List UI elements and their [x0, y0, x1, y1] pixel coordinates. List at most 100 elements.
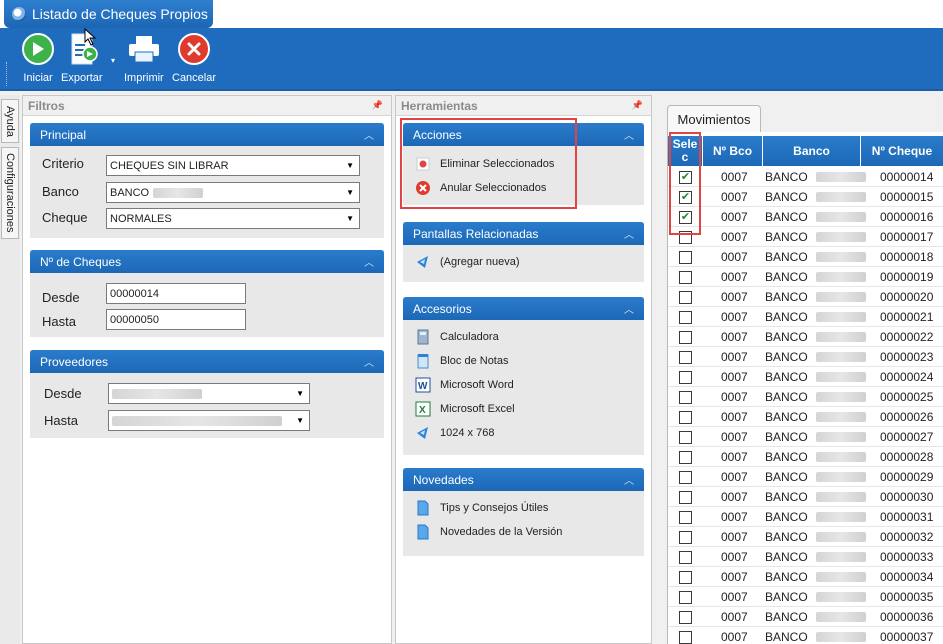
- checkbox[interactable]: [679, 270, 692, 284]
- checkbox[interactable]: [679, 610, 692, 624]
- checkbox[interactable]: [679, 530, 692, 544]
- table-row[interactable]: 0007 BANCO 00000024: [668, 367, 943, 387]
- table-row[interactable]: 0007 BANCO 00000020: [668, 287, 943, 307]
- checkbox[interactable]: [679, 310, 692, 324]
- row-select-checkbox[interactable]: [679, 627, 692, 644]
- collapse-chevron-icon[interactable]: ︿: [624, 472, 634, 487]
- table-row[interactable]: 0007 BANCO 00000036: [668, 607, 943, 627]
- tab-ayuda[interactable]: Ayuda: [1, 99, 19, 143]
- checkbox[interactable]: [679, 510, 692, 524]
- row-select-checkbox[interactable]: [679, 607, 692, 627]
- table-row[interactable]: 0007 BANCO 00000019: [668, 267, 943, 287]
- collapse-chevron-icon[interactable]: ︿: [624, 226, 634, 241]
- checkbox[interactable]: [679, 570, 692, 584]
- col-header-banco[interactable]: Banco: [763, 136, 861, 166]
- checkbox[interactable]: [679, 390, 692, 404]
- row-select-checkbox[interactable]: [679, 387, 692, 407]
- table-row[interactable]: 0007 BANCO 00000037: [668, 627, 943, 644]
- col-header-nro-bco[interactable]: Nº Bco: [703, 136, 763, 166]
- table-row[interactable]: 0007 BANCO 00000018: [668, 247, 943, 267]
- word-link[interactable]: W Microsoft Word: [415, 377, 514, 393]
- pantallas-header[interactable]: Pantallas Relacionadas ︿: [403, 222, 644, 245]
- cheque-select[interactable]: NORMALES ▼: [106, 208, 360, 229]
- cheque-hasta-input[interactable]: 00000050: [106, 309, 246, 330]
- row-select-checkbox[interactable]: [679, 487, 692, 507]
- row-select-checkbox[interactable]: [679, 447, 692, 467]
- row-select-checkbox[interactable]: [679, 547, 692, 567]
- checkbox[interactable]: [679, 350, 692, 364]
- table-row[interactable]: 0007 BANCO 00000027: [668, 427, 943, 447]
- criterio-select[interactable]: CHEQUES SIN LIBRAR ▼: [106, 155, 360, 176]
- tab-movimientos[interactable]: Movimientos: [667, 105, 761, 132]
- collapse-chevron-icon[interactable]: ︿: [624, 301, 634, 316]
- imprimir-button[interactable]: Imprimir: [124, 32, 164, 84]
- resolution-link[interactable]: 1024 x 768: [415, 425, 494, 441]
- cheque-desde-input[interactable]: 00000014: [106, 283, 246, 304]
- table-row[interactable]: 0007 BANCO 00000028: [668, 447, 943, 467]
- row-select-checkbox[interactable]: [679, 587, 692, 607]
- table-row[interactable]: 0007 BANCO 00000022: [668, 327, 943, 347]
- checkbox[interactable]: [679, 430, 692, 444]
- table-row[interactable]: 0007 BANCO 00000026: [668, 407, 943, 427]
- checkbox[interactable]: [679, 630, 692, 644]
- checkbox[interactable]: [679, 410, 692, 424]
- row-select-checkbox[interactable]: [679, 407, 692, 427]
- novedades-version-link[interactable]: Novedades de la Versión: [415, 524, 562, 540]
- row-select-checkbox[interactable]: [679, 247, 692, 267]
- row-select-checkbox[interactable]: [679, 347, 692, 367]
- row-select-checkbox[interactable]: [679, 307, 692, 327]
- row-select-checkbox[interactable]: [679, 567, 692, 587]
- row-select-checkbox[interactable]: [679, 267, 692, 287]
- excel-link[interactable]: X Microsoft Excel: [415, 401, 515, 417]
- proveedor-desde-select[interactable]: ▼: [108, 383, 310, 404]
- agregar-nueva-link[interactable]: (Agregar nueva): [415, 254, 520, 270]
- checkbox[interactable]: [679, 490, 692, 504]
- table-row[interactable]: 0007 BANCO 00000025: [668, 387, 943, 407]
- table-row[interactable]: 0007 BANCO 00000017: [668, 227, 943, 247]
- novedades-header[interactable]: Novedades ︿: [403, 468, 644, 491]
- table-row[interactable]: 0007 BANCO 00000031: [668, 507, 943, 527]
- collapse-chevron-icon[interactable]: ︿: [364, 354, 374, 369]
- row-select-checkbox[interactable]: [679, 427, 692, 447]
- table-row[interactable]: 0007 BANCO 00000021: [668, 307, 943, 327]
- checkbox[interactable]: [679, 290, 692, 304]
- table-row[interactable]: 0007 BANCO 00000033: [668, 547, 943, 567]
- table-row[interactable]: ✔ 0007 BANCO 00000016: [668, 207, 943, 227]
- row-select-checkbox[interactable]: [679, 467, 692, 487]
- nro-cheques-header[interactable]: Nº de Cheques ︿: [30, 250, 384, 273]
- exportar-dropdown-icon[interactable]: ▾: [111, 56, 115, 65]
- collapse-chevron-icon[interactable]: ︿: [364, 254, 374, 269]
- table-row[interactable]: 0007 BANCO 00000034: [668, 567, 943, 587]
- tips-link[interactable]: Tips y Consejos Útiles: [415, 500, 548, 516]
- checkbox[interactable]: [679, 550, 692, 564]
- table-row[interactable]: 0007 BANCO 00000023: [668, 347, 943, 367]
- checkbox[interactable]: [679, 250, 692, 264]
- proveedor-hasta-select[interactable]: ▼: [108, 410, 310, 431]
- table-row[interactable]: 0007 BANCO 00000035: [668, 587, 943, 607]
- cancelar-button[interactable]: Cancelar: [172, 32, 216, 84]
- table-row[interactable]: ✔ 0007 BANCO 00000015: [668, 187, 943, 207]
- table-row[interactable]: 0007 BANCO 00000032: [668, 527, 943, 547]
- table-row[interactable]: ✔ 0007 BANCO 00000014: [668, 167, 943, 187]
- calculadora-link[interactable]: Calculadora: [415, 329, 499, 345]
- accesorios-header[interactable]: Accesorios ︿: [403, 297, 644, 320]
- col-header-nro-cheque[interactable]: Nº Cheque: [861, 136, 943, 166]
- banco-select[interactable]: BANCO ▼: [106, 182, 360, 203]
- checkbox[interactable]: [679, 450, 692, 464]
- window-title-tab[interactable]: Listado de Cheques Propios: [4, 0, 213, 28]
- checkbox[interactable]: [679, 470, 692, 484]
- row-select-checkbox[interactable]: [679, 287, 692, 307]
- table-row[interactable]: 0007 BANCO 00000029: [668, 467, 943, 487]
- tab-configuraciones[interactable]: Configuraciones: [1, 147, 19, 239]
- checkbox[interactable]: [679, 370, 692, 384]
- checkbox[interactable]: [679, 330, 692, 344]
- pin-icon[interactable]: 📌: [632, 100, 643, 111]
- collapse-chevron-icon[interactable]: ︿: [364, 127, 374, 142]
- table-row[interactable]: 0007 BANCO 00000030: [668, 487, 943, 507]
- proveedores-header[interactable]: Proveedores ︿: [30, 350, 384, 373]
- row-select-checkbox[interactable]: [679, 527, 692, 547]
- principal-header[interactable]: Principal ︿: [30, 123, 384, 146]
- collapse-chevron-icon[interactable]: ︿: [624, 127, 634, 142]
- row-select-checkbox[interactable]: [679, 327, 692, 347]
- bloc-notas-link[interactable]: Bloc de Notas: [415, 353, 508, 369]
